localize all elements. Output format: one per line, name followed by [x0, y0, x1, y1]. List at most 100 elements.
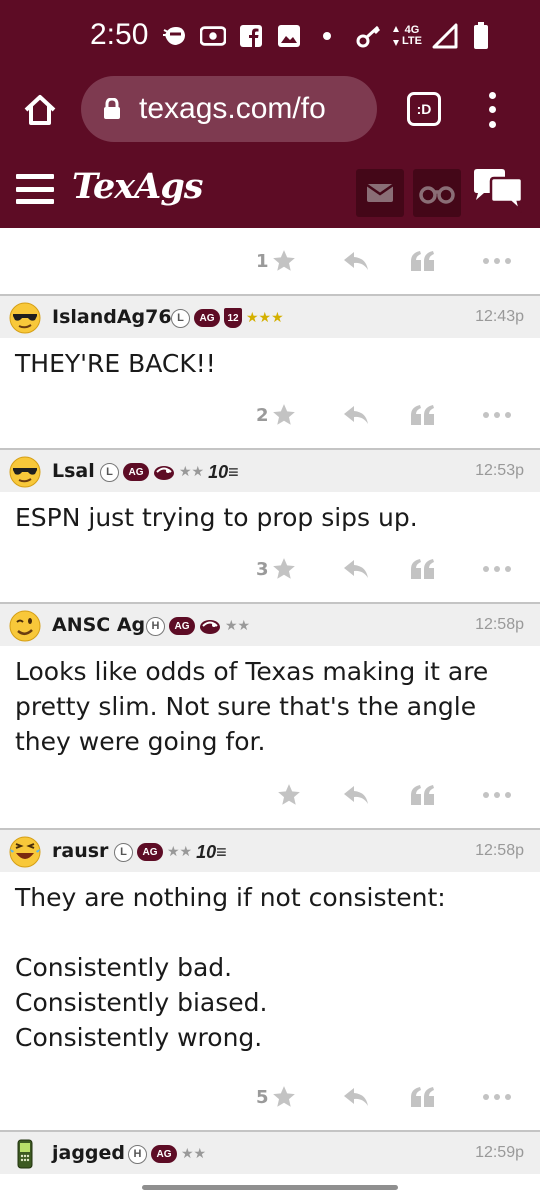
- network-type: 4G LTE: [392, 24, 422, 48]
- more-icon: [483, 792, 511, 798]
- forum-post: IslandAg76 L AG 12 ★★★ 12:43p THEY'RE BA…: [0, 294, 540, 448]
- like-count: 1: [256, 250, 269, 272]
- reply-button[interactable]: [342, 400, 370, 430]
- gesture-nav-handle[interactable]: [142, 1185, 398, 1190]
- radio-icon: [200, 23, 226, 49]
- winking-emoji-avatar[interactable]: [8, 609, 42, 643]
- rank-stars: ★★: [179, 464, 205, 480]
- more-icon: [483, 1094, 511, 1100]
- quote-button[interactable]: [410, 400, 436, 430]
- post-username[interactable]: rausr: [52, 840, 108, 862]
- chat-bubbles-icon: [474, 169, 524, 214]
- site-logo[interactable]: TexAgs: [72, 166, 203, 207]
- messages-button[interactable]: [356, 169, 404, 217]
- address-bar[interactable]: texags.com/fo: [81, 76, 377, 142]
- post-username[interactable]: Lsal: [52, 460, 95, 482]
- status-badge: L: [171, 308, 190, 328]
- ag-badge: AG: [194, 309, 220, 327]
- post-body: Looks like odds of Texas making it are p…: [0, 646, 540, 759]
- site-header: TexAgs: [0, 152, 540, 228]
- quote-button[interactable]: [410, 1082, 436, 1112]
- rank-stars: ★★: [167, 844, 193, 860]
- like-count: 5: [256, 1086, 269, 1108]
- like-button[interactable]: 3: [256, 554, 297, 584]
- post-actions: [0, 780, 540, 810]
- laughing-emoji-avatar[interactable]: [8, 835, 42, 869]
- more-options-button[interactable]: [482, 554, 512, 584]
- more-options-button[interactable]: [482, 780, 512, 810]
- hamburger-menu-icon[interactable]: [16, 174, 54, 204]
- like-button[interactable]: 1: [256, 246, 297, 276]
- post-time: 12:58p: [475, 842, 524, 859]
- ag-badge: AG: [169, 617, 195, 635]
- quote-button[interactable]: [410, 780, 436, 810]
- post-header: Lsal L AG ★★ 10≡ 12:53p: [0, 448, 540, 492]
- reply-button[interactable]: [342, 246, 370, 276]
- like-count: 3: [256, 558, 269, 580]
- reply-button[interactable]: [342, 1082, 370, 1112]
- post-header: IslandAg76 L AG 12 ★★★ 12:43p: [0, 294, 540, 338]
- lock-icon: [104, 98, 120, 119]
- status-badge: H: [146, 616, 165, 636]
- more-icon: [483, 258, 511, 264]
- sunglasses-emoji-avatar[interactable]: [8, 301, 42, 335]
- forum-post: rausr L AG ★★ 10≡ 12:58p They are nothin…: [0, 828, 540, 1130]
- like-button[interactable]: [274, 780, 302, 810]
- post-header: jagged H AG ★★ 12:59p: [0, 1130, 540, 1174]
- user-badges: H AG ★★: [128, 1143, 206, 1165]
- more-icon: [483, 566, 511, 572]
- more-options-button[interactable]: [482, 1082, 512, 1112]
- binoculars-icon: [419, 186, 455, 204]
- star-icon: [272, 1086, 295, 1107]
- ninja-icon: [162, 23, 188, 49]
- sunglasses-emoji-avatar[interactable]: [8, 455, 42, 489]
- quote-icon: [411, 785, 434, 805]
- rank-stars: ★★: [181, 1146, 207, 1162]
- post-username[interactable]: jagged: [52, 1142, 125, 1164]
- reply-icon: [344, 786, 368, 804]
- post-text-line: Consistently wrong.: [15, 1023, 263, 1052]
- chat-button[interactable]: [472, 168, 524, 214]
- more-icon: [483, 412, 511, 418]
- rank-stars: ★★★: [246, 310, 284, 326]
- reply-button[interactable]: [342, 554, 370, 584]
- class-year-badge: 12: [224, 308, 242, 328]
- ag-badge: AG: [137, 843, 163, 861]
- more-options-button[interactable]: [482, 400, 512, 430]
- notification-icons: [162, 22, 340, 50]
- like-button[interactable]: 2: [256, 400, 297, 430]
- cellphone-emoji-avatar[interactable]: [8, 1137, 42, 1171]
- star-icon: [272, 404, 295, 425]
- post-username[interactable]: ANSC Ag: [52, 614, 145, 636]
- quote-button[interactable]: [410, 246, 436, 276]
- star-icon: [272, 250, 295, 271]
- tab-switcher-button[interactable]: :D: [407, 92, 441, 126]
- ag-badge: AG: [151, 1145, 177, 1163]
- post-text-line: Looks like odds of Texas making it are: [15, 657, 489, 686]
- rank-badge: 10≡: [196, 841, 227, 862]
- post-text-line: they were going for.: [15, 727, 266, 756]
- quote-button[interactable]: [410, 554, 436, 584]
- post-time: 12:43p: [475, 308, 524, 325]
- more-options-button[interactable]: [482, 246, 512, 276]
- post-actions: 1: [0, 246, 540, 276]
- reply-icon: [344, 406, 368, 424]
- watching-button[interactable]: [413, 169, 461, 217]
- rank-stars: ★★: [225, 618, 251, 634]
- battery-icon: [468, 22, 494, 49]
- quote-icon: [411, 251, 434, 271]
- like-button[interactable]: 5: [256, 1082, 297, 1112]
- browser-toolbar: texags.com/fo :D: [0, 70, 540, 152]
- post-username[interactable]: IslandAg76: [52, 306, 172, 328]
- reply-button[interactable]: [342, 780, 370, 810]
- home-button[interactable]: [20, 90, 60, 130]
- browser-menu-button[interactable]: [480, 88, 504, 132]
- post-body: THEY'RE BACK!!: [0, 338, 540, 381]
- reply-icon: [344, 1088, 368, 1106]
- post-header: rausr L AG ★★ 10≡ 12:58p: [0, 828, 540, 872]
- star-icon: [278, 784, 300, 805]
- quote-icon: [411, 559, 434, 579]
- user-badges: H AG ★★: [146, 615, 250, 637]
- user-badges: L AG ★★ 10≡: [114, 841, 227, 863]
- post-actions: 5: [0, 1082, 540, 1112]
